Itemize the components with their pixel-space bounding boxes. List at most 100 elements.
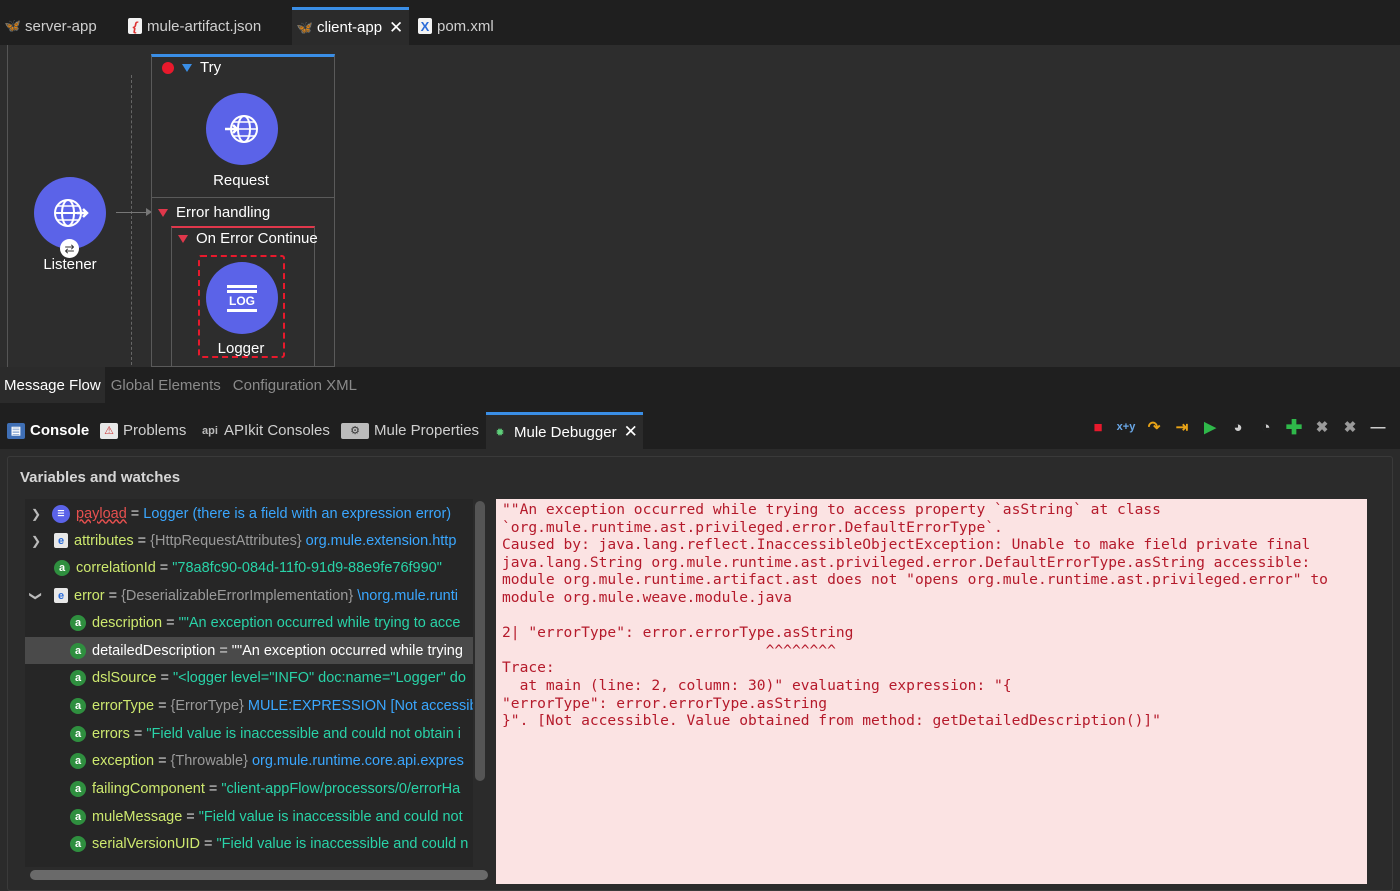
try-scope-header[interactable]: Try [162,59,221,76]
tab-label: pom.xml [437,17,494,35]
variable-name: muleMessage [92,808,183,825]
tree-row-exception[interactable]: a exception = {Throwable} org.mule.runti… [25,747,473,774]
tab-global-elements[interactable]: Global Elements [105,367,227,403]
tab-mule-debugger[interactable]: ✹ Mule Debugger ✕ [486,412,643,449]
attribute-icon: a [70,669,86,686]
error-handling-label: Error handling [176,204,271,221]
variable-type: {ErrorType} [170,697,244,714]
attribute-icon: a [70,835,86,852]
tab-console[interactable]: ▤ Console [2,412,94,449]
bug-icon: ✹ [495,426,505,439]
add-watch-icon[interactable]: ✚ [1284,417,1304,439]
breakpoint-remove-icon[interactable]: ◔ [1256,417,1276,437]
variable-name: errors [92,725,130,742]
mule-icon: 🦋 [296,19,314,35]
tab-mule-properties[interactable]: ⚙ Mule Properties [336,412,484,449]
tree-row-failing-component[interactable]: a failingComponent = "client-appFlow/pro… [25,775,473,802]
evaluate-icon[interactable]: x+y [1116,417,1136,437]
tree-row-dsl-source[interactable]: a dslSource = "<logger level="INFO" doc:… [25,664,473,691]
detail-line: ""An exception occurred while trying to … [502,501,1161,518]
tab-message-flow[interactable]: Message Flow [0,367,105,403]
logger-node[interactable]: LOG [206,262,278,334]
tab-configuration-xml[interactable]: Configuration XML [227,367,363,403]
tab-server-app[interactable]: 🦋 server-app [0,7,103,45]
variable-type: {Throwable} [170,752,248,769]
collapse-triangle-icon[interactable] [178,234,188,243]
xml-file-icon: X [418,18,432,34]
tab-label: Console [30,422,90,439]
tab-mule-artifact-json[interactable]: { mule-artifact.json [122,7,267,45]
variables-tree[interactable]: ❯ ☰ payload = Logger (there is a field w… [25,499,473,867]
try-label: Try [200,59,222,76]
request-node[interactable] [206,93,278,165]
attribute-icon: a [70,780,86,797]
resume-icon[interactable]: ▶ [1200,417,1220,437]
variable-value: "Field value is inaccessible and could n… [198,808,463,825]
step-into-icon[interactable]: ⇥ [1172,417,1192,437]
on-error-continue-header[interactable]: On Error Continue [178,230,318,247]
error-handling-header[interactable]: Error handling [158,204,270,221]
detail-line: java.lang.String org.mule.runtime.ast.pr… [502,553,1311,571]
variable-name: detailedDescription [92,642,216,659]
flow-arrow-line [116,212,150,213]
json-file-icon: { [128,18,142,34]
tree-row-error[interactable]: ❯ e error = {DeserializableErrorImplemen… [25,582,473,609]
view-tab-bar: ▤ Console ⚠ Problems api APIkit Consoles… [0,403,1400,449]
detail-line [502,607,1361,625]
minimize-icon[interactable]: — [1368,417,1388,437]
debugger-toolbar: ■ x+y ↷ ⇥ ▶ ◕ ◔ ✚ ✖ ✖ — [1088,417,1388,439]
tree-row-description[interactable]: a description = ""An exception occurred … [25,609,473,636]
breakpoint-icon[interactable] [162,61,174,74]
stop-icon[interactable]: ■ [1088,417,1108,437]
variable-value: ""An exception occurred while trying to … [178,614,461,631]
tab-apikit-consoles[interactable]: api APIkit Consoles [196,412,335,449]
collapse-triangle-icon[interactable] [182,63,192,72]
flow-canvas: ⇄ Listener Try Request Error handling On… [0,45,1400,367]
tab-label: Mule Properties [374,422,480,439]
attribute-icon: a [70,614,86,631]
flow-border-line [7,45,8,367]
variable-type: {DeserializableErrorImplementation} [121,587,354,604]
close-icon[interactable]: ✕ [624,422,638,442]
section-title: Variables and watches [20,469,181,486]
variable-name: failingComponent [92,780,205,797]
tab-problems[interactable]: ⚠ Problems [95,412,191,449]
variable-name: exception [92,752,155,769]
object-icon: e [54,533,68,548]
listener-label: Listener [43,256,97,273]
expand-icon[interactable]: ❯ [31,507,41,521]
attribute-icon: a [70,642,86,659]
variable-name: attributes [74,532,134,549]
variable-value: "78a8fc90-084d-11f0-91d9-88e9fe76f990" [172,559,442,576]
request-label: Request [213,172,269,189]
variable-name: payload [76,505,127,522]
collapse-triangle-icon[interactable] [158,208,168,217]
tree-row-attributes[interactable]: ❯ e attributes = {HttpRequestAttributes}… [25,527,473,554]
problems-icon: ⚠ [100,422,118,439]
detail-line: }". [Not accessible. Value obtained from… [502,712,1161,730]
tree-row-detailed-description[interactable]: a detailedDescription = ""An exception o… [25,637,473,664]
tree-row-payload[interactable]: ❯ ☰ payload = Logger (there is a field w… [25,500,473,527]
tree-row-errors[interactable]: a errors = "Field value is inaccessible … [25,720,473,747]
tree-row-serial-version-uid[interactable]: a serialVersionUID = "Field value is ina… [25,830,473,857]
tree-row-error-type[interactable]: a errorType = {ErrorType} MULE:EXPRESSIO… [25,692,473,719]
vertical-scrollbar[interactable] [475,501,485,781]
tab-label: Problems [123,422,187,439]
tab-label: Mule Debugger [514,423,617,441]
tab-label: mule-artifact.json [147,17,262,35]
value-detail-pane[interactable]: ""An exception occurred while trying to … [496,499,1367,884]
tree-row-correlation-id[interactable]: a correlationId = "78a8fc90-084d-11f0-91… [25,554,473,581]
remove-watch-icon[interactable]: ✖ [1312,417,1332,437]
remove-all-icon[interactable]: ✖ [1340,417,1360,437]
expand-icon[interactable]: ❯ [31,534,41,548]
collapse-icon[interactable]: ❯ [29,590,43,600]
variable-value: "Field value is inaccessible and could n… [146,725,462,742]
breakpoint-icon[interactable]: ◕ [1228,417,1248,437]
horizontal-scrollbar[interactable] [30,870,488,880]
close-icon[interactable]: ✕ [389,18,403,38]
step-over-icon[interactable]: ↷ [1144,417,1164,437]
tree-row-mule-message[interactable]: a muleMessage = "Field value is inaccess… [25,803,473,830]
tab-pom-xml[interactable]: X pom.xml [412,7,500,45]
detail-line: 2| "errorType": error.errorType.asString [502,624,854,642]
tab-client-app[interactable]: 🦋 client-app ✕ [292,7,410,45]
